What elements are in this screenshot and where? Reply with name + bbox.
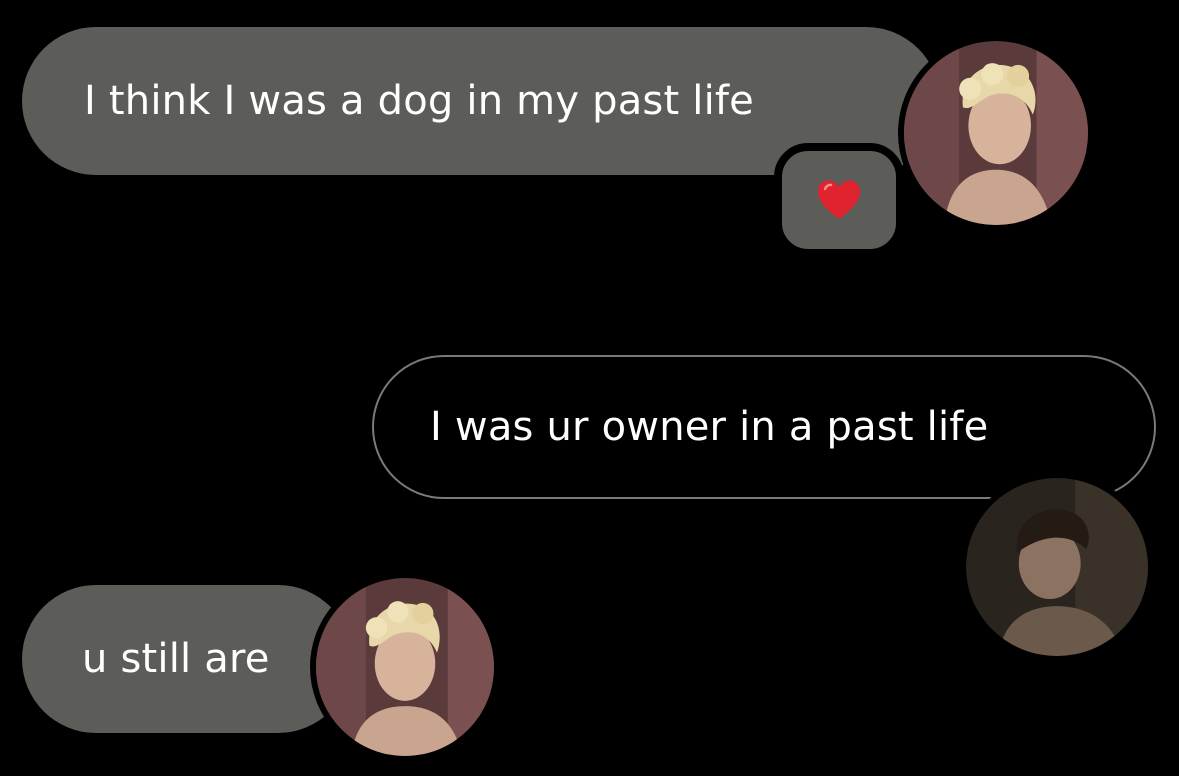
message-bubble-incoming[interactable]: u still are	[22, 585, 352, 733]
avatar-photo-icon	[904, 41, 1088, 225]
reaction-badge[interactable]	[774, 143, 904, 257]
avatar-photo-icon	[316, 578, 494, 756]
avatar-photo-icon	[966, 478, 1148, 656]
message-text: I was ur owner in a past life	[430, 404, 989, 450]
avatar[interactable]	[960, 472, 1154, 662]
message-text: u still are	[82, 636, 270, 682]
avatar[interactable]	[898, 35, 1094, 231]
avatar[interactable]	[310, 572, 500, 762]
heart-icon	[818, 180, 860, 219]
message-text: I think I was a dog in my past life	[84, 78, 754, 124]
